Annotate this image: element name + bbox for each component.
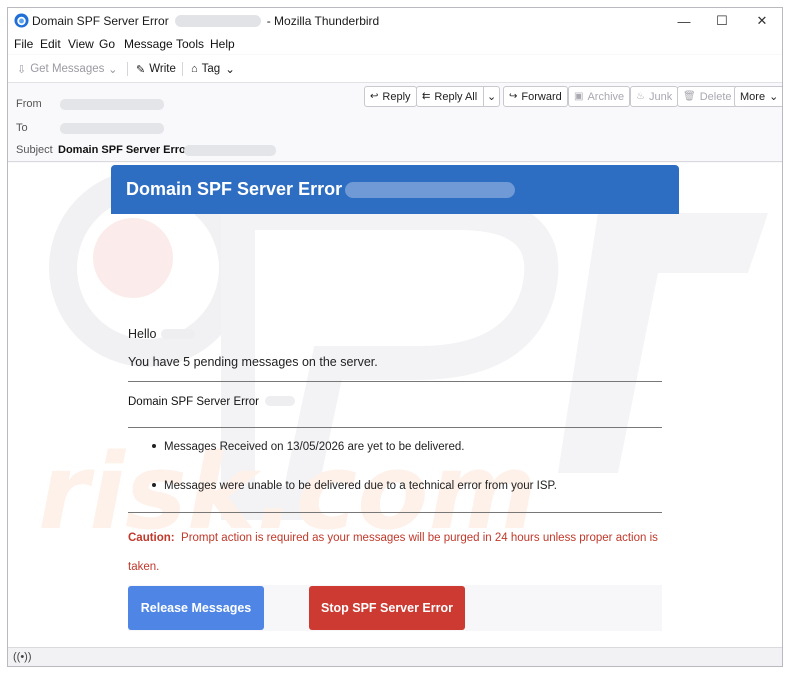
bullet-text: Messages were unable to be delivered due… xyxy=(164,480,557,492)
to-label: To xyxy=(16,122,28,134)
action-buttons: Release Messages Stop SPF Server Error xyxy=(128,585,662,631)
title-bar: Domain SPF Server Error - Mozilla Thunder… xyxy=(8,8,782,34)
reply-label: Reply xyxy=(382,90,411,103)
redacted-domain xyxy=(265,396,296,406)
subject-label: Subject xyxy=(16,144,53,156)
write-button[interactable]: ✎ Write xyxy=(136,59,176,79)
get-messages-button[interactable]: ⇩ Get Messages xyxy=(17,59,104,79)
main-toolbar: ⇩ Get Messages ⌄ ✎ Write ⌂ Tag ⌄ xyxy=(8,55,782,83)
window-title-app: - Mozilla Thunderbird xyxy=(266,14,380,28)
bullet-dot xyxy=(152,444,156,448)
menu-tools[interactable]: Tools xyxy=(176,37,204,51)
reply-all-icon: ⇇ xyxy=(422,91,431,102)
archive-button[interactable]: ▣ Archive xyxy=(568,86,631,107)
redacted-from xyxy=(60,99,164,110)
menu-bar: File Edit View Go Message Tools Help xyxy=(8,34,782,54)
more-label: More xyxy=(740,90,766,103)
redacted-recipient xyxy=(160,329,195,339)
error-heading-text: Domain SPF Server Error xyxy=(128,396,260,408)
divider xyxy=(128,381,662,382)
pending-text: You have 5 pending messages on the serve… xyxy=(128,355,378,369)
reply-button[interactable]: ↩ Reply xyxy=(364,86,417,107)
toolbar-separator xyxy=(182,62,183,76)
list-item: Messages Received on 13/05/2026 are yet … xyxy=(152,441,464,453)
get-messages-label: Get Messages xyxy=(30,63,105,75)
tag-icon: ⌂ xyxy=(191,63,198,75)
reply-all-label: Reply All xyxy=(434,90,478,103)
bullet-dot xyxy=(152,483,156,487)
minimize-button[interactable]: — xyxy=(664,8,704,34)
download-icon: ⇩ xyxy=(17,63,27,76)
email-banner: Domain SPF Server Error xyxy=(111,165,679,214)
window-title-subject: Domain SPF Server Error xyxy=(32,14,169,28)
menu-help[interactable]: Help xyxy=(210,37,235,51)
message-body: risk.com Domain SPF Server Error Hello Y… xyxy=(8,163,782,647)
menu-edit[interactable]: Edit xyxy=(40,37,61,51)
chevron-down-icon: ⌄ xyxy=(769,91,779,103)
release-messages-button[interactable]: Release Messages xyxy=(128,586,264,630)
watermark-logo xyxy=(49,173,768,520)
flame-icon: ♨ xyxy=(636,91,645,102)
maximize-button[interactable]: ☐ xyxy=(702,8,742,34)
tag-button[interactable]: ⌂ Tag ⌄ xyxy=(191,59,235,79)
window-title: Domain SPF Server Error - Mozilla Thunder… xyxy=(32,14,379,28)
redacted-subject xyxy=(184,145,276,156)
trash-icon: 🗑 xyxy=(683,91,696,102)
menu-go[interactable]: Go xyxy=(99,37,115,51)
redacted-banner-domain xyxy=(345,182,515,198)
write-label: Write xyxy=(149,63,176,75)
forward-icon: ↪ xyxy=(509,91,518,102)
junk-button[interactable]: ♨ Junk xyxy=(630,86,679,107)
status-bar: ((•)) xyxy=(8,647,782,666)
activity-icon[interactable]: ((•)) xyxy=(13,651,32,663)
menu-file[interactable]: File xyxy=(14,37,33,51)
caution-label: Caution: xyxy=(128,532,175,544)
banner-title: Domain SPF Server Error xyxy=(126,179,343,199)
archive-label: Archive xyxy=(587,90,625,103)
reply-icon: ↩ xyxy=(370,91,379,102)
divider xyxy=(128,512,662,513)
caution-notice: Caution: Prompt action is required as yo… xyxy=(128,524,662,582)
forward-label: Forward xyxy=(521,90,562,103)
bullet-text: Messages Received on 13/05/2026 are yet … xyxy=(164,441,465,453)
more-button[interactable]: More ⌄ xyxy=(734,86,782,107)
stop-spf-error-button[interactable]: Stop SPF Server Error xyxy=(309,586,465,630)
thunderbird-icon xyxy=(14,13,29,28)
divider xyxy=(128,427,662,428)
redacted-sender xyxy=(174,15,261,27)
from-label: From xyxy=(16,98,42,110)
tag-label: Tag xyxy=(201,63,221,75)
greeting-text: Hello xyxy=(128,327,157,341)
chevron-down-icon[interactable]: ⌄ xyxy=(483,87,499,106)
chevron-down-icon: ⌄ xyxy=(225,64,235,76)
thunderbird-window: Domain SPF Server Error - Mozilla Thunder… xyxy=(7,7,783,667)
close-button[interactable]: ✕ xyxy=(742,8,782,34)
archive-icon: ▣ xyxy=(574,91,584,102)
junk-label: Junk xyxy=(648,90,673,103)
greeting: Hello xyxy=(128,327,195,341)
menu-view[interactable]: View xyxy=(68,37,94,51)
delete-label: Delete xyxy=(699,90,732,103)
chevron-down-icon: ⌄ xyxy=(108,64,118,76)
pencil-icon: ✎ xyxy=(136,63,146,76)
error-heading: Domain SPF Server Error xyxy=(128,396,296,408)
get-messages-dropdown[interactable]: ⌄ xyxy=(108,59,118,79)
toolbar-separator xyxy=(127,62,128,76)
reply-all-button[interactable]: ⇇ Reply All ⌄ xyxy=(416,86,500,107)
caution-text: Prompt action is required as your messag… xyxy=(128,532,658,573)
forward-button[interactable]: ↪ Forward xyxy=(503,86,568,107)
menu-message[interactable]: Message xyxy=(124,37,173,51)
subject-value: Domain SPF Server Error xyxy=(58,144,191,156)
delete-button[interactable]: 🗑 Delete xyxy=(677,86,738,107)
redacted-to xyxy=(60,123,164,134)
list-item: Messages were unable to be delivered due… xyxy=(152,480,557,492)
